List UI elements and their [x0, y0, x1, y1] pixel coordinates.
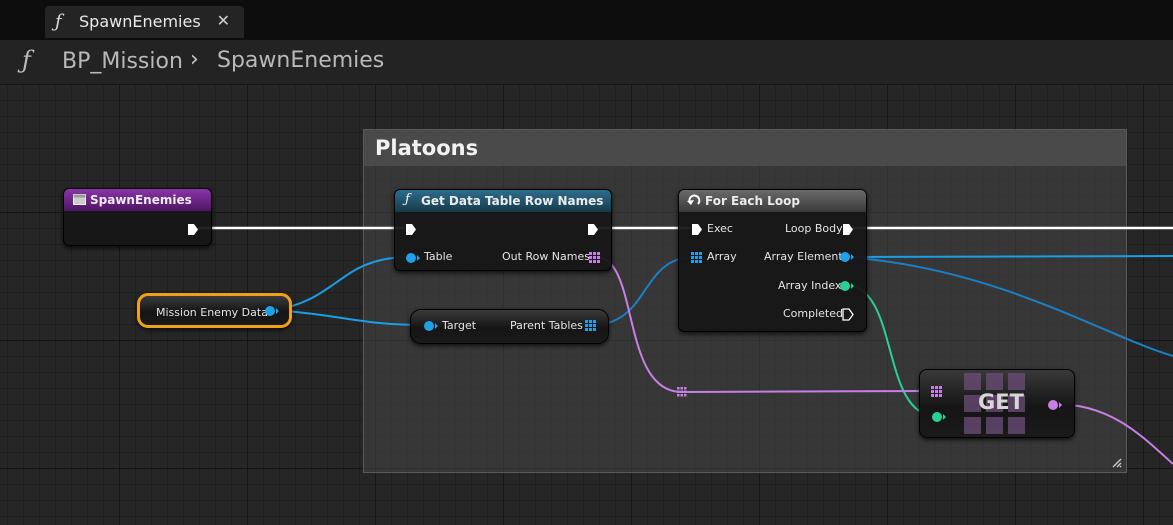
node-title: For Each Loop: [705, 194, 800, 208]
graph-canvas[interactable]: Platoons SpawnEnemies Mission Enemy Data…: [0, 84, 1173, 525]
breadcrumb: ƒ BP_Mission › SpawnEnemies: [0, 40, 1173, 84]
node-header: Get Data Table Row Names: [395, 190, 611, 212]
array-index-label: Array Index: [778, 279, 842, 292]
close-icon[interactable]: ✕: [217, 11, 230, 30]
array-out-pin[interactable]: [589, 252, 600, 263]
tab-label: SpawnEnemies: [79, 12, 201, 31]
exec-pin-label: Exec: [707, 222, 733, 235]
array-get-node[interactable]: GET: [919, 369, 1075, 438]
array-element-label: Array Element: [764, 250, 843, 263]
name-out-pin[interactable]: [1047, 399, 1063, 411]
function-icon: ƒ: [55, 11, 62, 32]
array-element-wire: [846, 255, 1173, 258]
array-pin-label: Array: [707, 250, 737, 263]
object-out-pin[interactable]: [264, 305, 280, 317]
target-wire: [274, 309, 427, 326]
chevron-right-icon: ›: [190, 47, 199, 72]
tab-bar: ƒ SpawnEnemies ✕: [0, 0, 1173, 40]
array-out-pin[interactable]: [585, 320, 596, 331]
breadcrumb-item-current: SpawnEnemies: [217, 48, 385, 73]
function-icon: ƒ: [22, 46, 31, 74]
table-pin-label: Table: [424, 250, 453, 263]
int-out-pin[interactable]: [839, 280, 855, 292]
int-in-pin[interactable]: [931, 411, 947, 423]
node-header: SpawnEnemies: [64, 189, 211, 211]
parent-tables-label: Parent Tables: [510, 319, 583, 332]
target-in-pin[interactable]: [423, 320, 439, 332]
array-element-wire: [846, 256, 1173, 357]
loop-body-label: Loop Body: [785, 222, 843, 235]
get-data-table-row-names-node[interactable]: Get Data Table Row Names ƒ Table Out Row…: [394, 189, 612, 271]
out-row-names-label: Out Row Names: [502, 250, 590, 263]
for-each-loop-node[interactable]: For Each Loop Exec Loop Body Array Array…: [678, 189, 867, 332]
reroute-node[interactable]: [677, 387, 687, 397]
function-entry-icon: [73, 194, 86, 205]
get-parent-tables-node[interactable]: Target Parent Tables: [410, 309, 609, 344]
exec-in-pin[interactable]: [691, 223, 703, 236]
object-out-pin[interactable]: [839, 251, 855, 263]
array-in-pin[interactable]: [931, 386, 942, 397]
variable-label: Mission Enemy Data: [156, 306, 268, 319]
target-pin-label: Target: [442, 319, 477, 332]
loop-icon: [687, 194, 701, 205]
function-entry-node[interactable]: SpawnEnemies: [63, 188, 212, 246]
table-wire: [274, 256, 411, 311]
exec-out-pin[interactable]: [842, 308, 854, 321]
mission-enemy-data-variable[interactable]: Mission Enemy Data: [137, 293, 292, 328]
completed-label: Completed: [783, 307, 843, 320]
table-in-pin[interactable]: [405, 252, 421, 264]
exec-in-pin[interactable]: [405, 223, 417, 236]
node-title: SpawnEnemies: [90, 193, 192, 207]
exec-out-pin[interactable]: [187, 223, 199, 236]
exec-out-pin[interactable]: [587, 223, 599, 236]
breadcrumb-item-bp-mission[interactable]: BP_Mission: [62, 49, 183, 74]
node-header: For Each Loop: [679, 190, 866, 212]
function-icon: ƒ: [405, 192, 410, 207]
exec-out-pin[interactable]: [842, 223, 854, 236]
node-title: Get Data Table Row Names: [421, 194, 604, 208]
array-in-pin[interactable]: [691, 252, 702, 263]
tab-spawn-enemies[interactable]: ƒ SpawnEnemies ✕: [45, 6, 244, 38]
get-node-label: GET: [978, 390, 1024, 414]
